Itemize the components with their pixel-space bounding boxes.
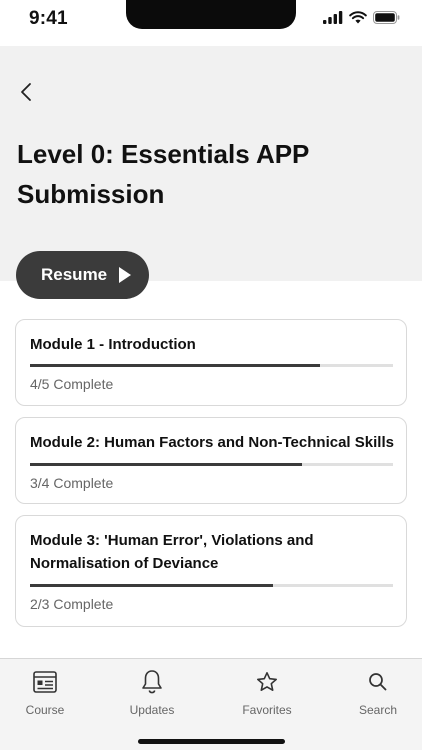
module-card[interactable]: Module 2: Human Factors and Non-Technica… bbox=[15, 417, 407, 504]
module-progress-fill bbox=[30, 364, 321, 367]
search-icon bbox=[369, 673, 387, 691]
status-bar: 9:41 bbox=[0, 0, 422, 46]
course-header: Level 0: Essentials APP Submission bbox=[0, 46, 422, 281]
back-button[interactable] bbox=[14, 80, 38, 104]
tab-label: Updates bbox=[129, 703, 175, 717]
module-progress-bar bbox=[30, 364, 393, 367]
battery-icon bbox=[373, 11, 400, 24]
module-card[interactable]: Module 3: 'Human Error', Violations and … bbox=[15, 515, 407, 627]
module-title: Module 2: Human Factors and Non-Technica… bbox=[30, 434, 394, 451]
module-progress-bar bbox=[30, 463, 393, 466]
home-indicator bbox=[138, 739, 285, 744]
module-progress-bar bbox=[30, 584, 393, 587]
resume-button[interactable]: Resume bbox=[16, 251, 149, 299]
tab-updates[interactable]: Updates bbox=[107, 669, 197, 717]
tab-course[interactable]: Course bbox=[0, 669, 90, 717]
signal-icon bbox=[323, 11, 343, 24]
module-progress-text: 2/3 Complete bbox=[30, 596, 114, 612]
module-progress-fill bbox=[30, 584, 274, 587]
chevron-left-icon bbox=[21, 83, 31, 101]
bell-icon bbox=[142, 670, 162, 694]
resume-label: Resume bbox=[41, 265, 108, 284]
status-time: 9:41 bbox=[29, 8, 68, 29]
notch bbox=[126, 0, 296, 29]
tab-search[interactable]: Search bbox=[333, 669, 422, 717]
status-icons bbox=[323, 11, 400, 24]
course-icon bbox=[33, 671, 57, 693]
tab-label: Favorites bbox=[242, 703, 292, 717]
wifi-icon bbox=[349, 11, 367, 24]
star-icon bbox=[257, 672, 277, 691]
tab-bar: Course Updates Favorites Search bbox=[0, 658, 422, 750]
tab-label: Course bbox=[25, 703, 65, 717]
module-progress-text: 3/4 Complete bbox=[30, 475, 114, 491]
play-icon bbox=[119, 267, 132, 283]
module-title: Module 3: 'Human Error', Violations and … bbox=[30, 532, 314, 572]
module-title: Module 1 - Introduction bbox=[30, 336, 196, 353]
module-progress-text: 4/5 Complete bbox=[30, 376, 114, 392]
page-title: Level 0: Essentials APP Submission bbox=[17, 139, 309, 209]
tab-label: Search bbox=[358, 703, 398, 717]
tab-favorites[interactable]: Favorites bbox=[222, 669, 312, 717]
module-progress-fill bbox=[30, 463, 303, 466]
module-card[interactable]: Module 1 - Introduction 4/5 Complete bbox=[15, 319, 407, 406]
